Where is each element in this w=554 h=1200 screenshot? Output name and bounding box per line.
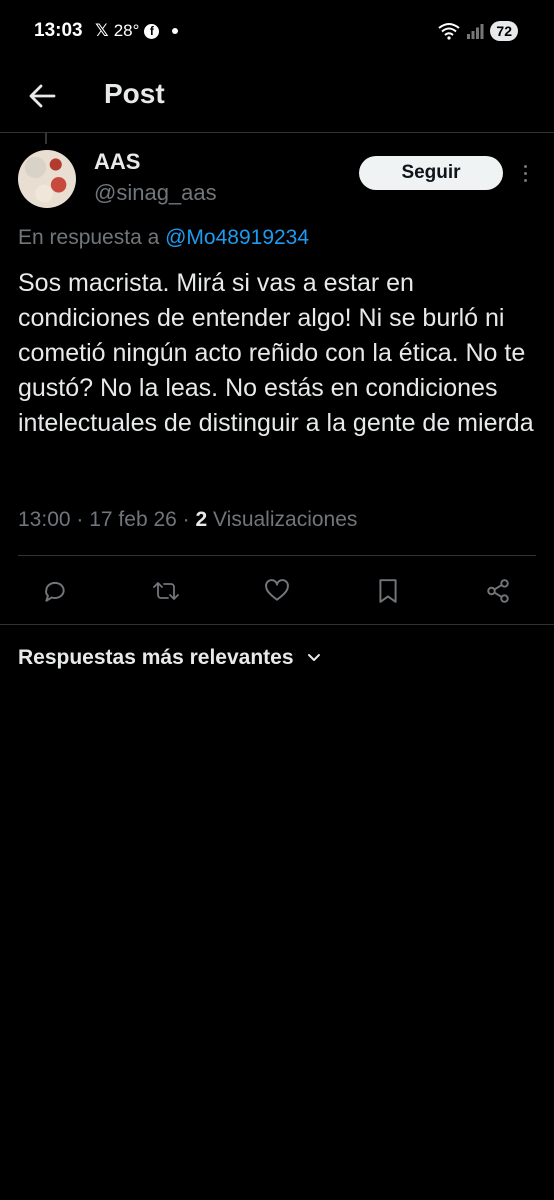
action-bar <box>0 570 554 610</box>
repost-icon <box>153 582 179 600</box>
back-button[interactable] <box>22 76 62 116</box>
bookmark-button[interactable] <box>373 576 403 606</box>
status-time: 13:03 <box>34 20 83 41</box>
reply-sort-selector[interactable]: Respuestas más relevantes <box>18 646 322 670</box>
author-handle[interactable]: @sinag_aas <box>94 180 217 206</box>
views-label[interactable]: Visualizaciones <box>213 508 357 531</box>
repost-button[interactable] <box>151 576 181 606</box>
status-bar: 13:03 𝕏 28° f 72 <box>0 0 554 64</box>
arrow-left-icon <box>29 84 56 108</box>
chevron-down-icon <box>307 654 320 661</box>
screen: 13:03 𝕏 28° f 72 Post AAS @sinag_aas Seg… <box>0 0 554 1200</box>
meta-divider <box>18 555 536 556</box>
battery-indicator: 72 <box>490 21 518 41</box>
sort-label: Respuestas más relevantes <box>18 646 294 669</box>
reply-prefix: En respuesta a <box>18 226 160 249</box>
temperature-text: 28° <box>113 21 140 40</box>
avatar[interactable] <box>18 150 76 208</box>
share-icon <box>487 579 509 603</box>
page-title: Post <box>104 78 165 109</box>
header-divider <box>0 132 554 133</box>
meta-separator: · <box>76 508 90 531</box>
facebook-icon: f <box>144 23 160 39</box>
signal-icon <box>467 24 484 39</box>
more-dot-icon <box>523 178 527 182</box>
more-dot-icon <box>523 164 527 168</box>
post-text: Sos macrista. Mirá si vas a estar en con… <box>18 269 534 437</box>
author-name[interactable]: AAS <box>94 149 140 175</box>
status-notification-icons: 𝕏 28° f <box>95 21 179 41</box>
post-time: 13:00 <box>18 508 71 531</box>
post-meta: 13:00 · 17 feb 26 · 2 Visualizaciones <box>18 508 357 532</box>
more-options-button[interactable] <box>516 160 534 186</box>
share-button[interactable] <box>483 576 513 606</box>
notification-dot-icon <box>172 28 179 34</box>
like-button[interactable] <box>262 576 292 606</box>
post-date: 17 feb 26 <box>89 508 177 531</box>
reply-context: En respuesta a @Mo48919234 <box>18 226 309 250</box>
x-logo-icon: 𝕏 <box>95 21 109 40</box>
reply-to-link[interactable]: @Mo48919234 <box>165 226 309 249</box>
thread-connector <box>45 132 47 144</box>
bookmark-icon <box>379 579 397 603</box>
reply-icon <box>45 581 65 602</box>
top-bar: Post <box>0 64 554 132</box>
more-dot-icon <box>523 171 527 175</box>
views-count: 2 <box>195 508 208 531</box>
heart-icon <box>265 579 289 601</box>
meta-separator: · <box>182 508 196 531</box>
follow-button[interactable]: Seguir <box>359 156 503 190</box>
actions-divider <box>0 624 554 625</box>
status-system-icons: 72 <box>438 21 518 41</box>
reply-button[interactable] <box>40 576 70 606</box>
wifi-icon <box>438 23 461 40</box>
